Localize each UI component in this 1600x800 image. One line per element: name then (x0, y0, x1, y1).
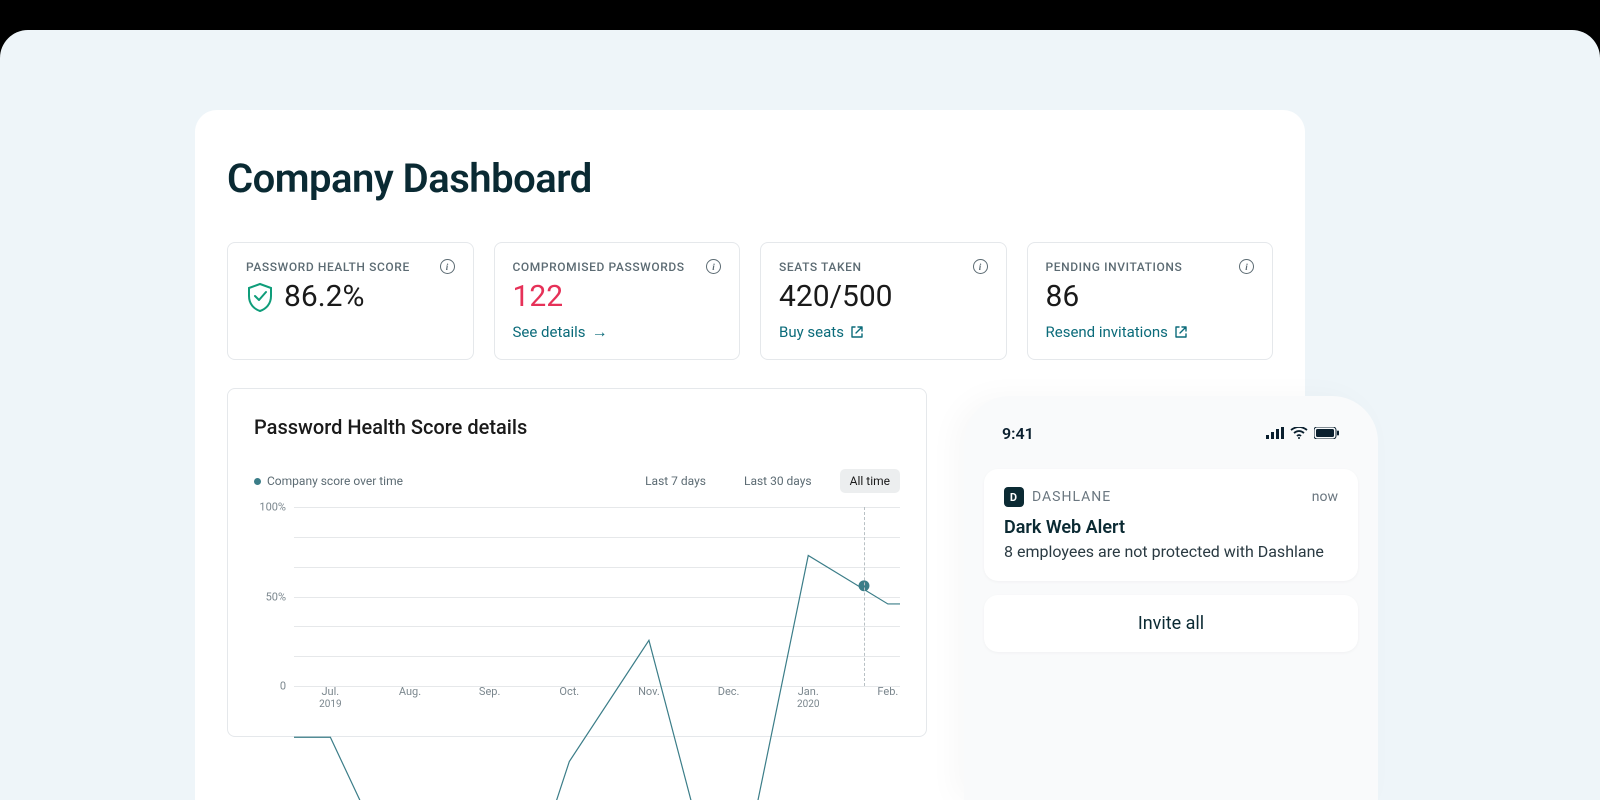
y-label: 0 (280, 680, 286, 693)
x-label: Feb. (877, 686, 898, 698)
shield-check-icon (246, 282, 274, 312)
card-pending-invitations: PENDING INVITATIONS i 86 Resend invitati… (1027, 242, 1274, 360)
external-link-icon (1174, 325, 1188, 339)
card-seats-taken: SEATS TAKEN i 420/500 Buy seats (760, 242, 1007, 360)
card-label: PENDING INVITATIONS (1046, 260, 1183, 274)
x-axis-labels: Jul.2019 Aug. Sep. Oct. Nov. Dec. Jan.2020 Feb. (294, 686, 900, 712)
card-label: SEATS TAKEN (779, 260, 862, 274)
card-label: COMPROMISED PASSWORDS (513, 260, 685, 274)
legend-dot-icon (254, 478, 261, 485)
x-label: Sep. (479, 686, 500, 698)
range-tabs: Last 7 days Last 30 days All time (635, 469, 900, 493)
notification-card[interactable]: D DASHLANE now Dark Web Alert 8 employee… (984, 469, 1358, 581)
y-label: 100% (259, 501, 286, 514)
link-label: Resend invitations (1046, 323, 1168, 341)
card-value: 86.2% (284, 280, 364, 313)
x-label: Aug. (399, 686, 421, 698)
buy-seats-link[interactable]: Buy seats (779, 323, 864, 341)
phone-statusbar: 9:41 (984, 424, 1358, 443)
card-compromised-passwords: COMPROMISED PASSWORDS i 122 See details … (494, 242, 741, 360)
chart-title: Password Health Score details (254, 415, 900, 439)
dashlane-app-icon: D (1004, 487, 1024, 507)
info-icon[interactable]: i (706, 259, 721, 274)
page-title: Company Dashboard (227, 155, 1273, 202)
notif-body: 8 employees are not protected with Dashl… (1004, 541, 1338, 563)
link-label: See details (513, 323, 586, 341)
notif-timestamp: now (1312, 489, 1338, 505)
x-label: Oct. (559, 686, 579, 698)
wifi-icon (1290, 424, 1308, 443)
chart-line (294, 507, 900, 800)
legend-label: Company score over time (267, 474, 403, 488)
card-value: 420/500 (779, 280, 988, 313)
external-link-icon (850, 325, 864, 339)
card-value: 122 (513, 280, 722, 313)
range-tab-30d[interactable]: Last 30 days (734, 469, 822, 493)
x-label: Jan.2020 (797, 686, 819, 710)
phone-preview: 9:41 D DASHLANE now Dark Web Alert 8 e (964, 396, 1378, 800)
main-frame: Company Dashboard PASSWORD HEALTH SCORE … (0, 30, 1600, 800)
x-label: Nov. (638, 686, 660, 698)
arrow-right-icon: → (592, 324, 608, 340)
chart-area: 100% 50% 0 Jul.2019Aug.Sep.Oct.Nov.Dec.J… (294, 507, 900, 712)
phone-time: 9:41 (1002, 424, 1034, 443)
info-icon[interactable]: i (440, 259, 455, 274)
battery-icon (1314, 424, 1340, 443)
card-password-health: PASSWORD HEALTH SCORE i 86.2% (227, 242, 474, 360)
notif-title: Dark Web Alert (1004, 517, 1338, 538)
see-details-link[interactable]: See details → (513, 323, 608, 341)
y-axis-labels: 100% 50% 0 (254, 507, 292, 686)
chart-legend: Company score over time (254, 474, 403, 488)
link-label: Buy seats (779, 323, 844, 341)
button-label: Invite all (1138, 613, 1204, 634)
invite-all-button[interactable]: Invite all (984, 595, 1358, 652)
chart-current-marker-line (864, 507, 865, 686)
y-label: 50% (266, 590, 286, 603)
range-tab-all[interactable]: All time (840, 469, 900, 493)
info-icon[interactable]: i (973, 259, 988, 274)
info-icon[interactable]: i (1239, 259, 1254, 274)
resend-invitations-link[interactable]: Resend invitations (1046, 323, 1188, 341)
signal-icon (1266, 424, 1284, 443)
card-value: 86 (1046, 280, 1255, 313)
card-label: PASSWORD HEALTH SCORE (246, 260, 410, 274)
range-tab-7d[interactable]: Last 7 days (635, 469, 716, 493)
notif-app-name: DASHLANE (1032, 489, 1304, 505)
x-label: Jul.2019 (319, 686, 341, 710)
x-label: Dec. (718, 686, 740, 698)
stat-cards-row: PASSWORD HEALTH SCORE i 86.2% COMPROMISE… (227, 242, 1273, 360)
chart-card: Password Health Score details Company sc… (227, 388, 927, 737)
